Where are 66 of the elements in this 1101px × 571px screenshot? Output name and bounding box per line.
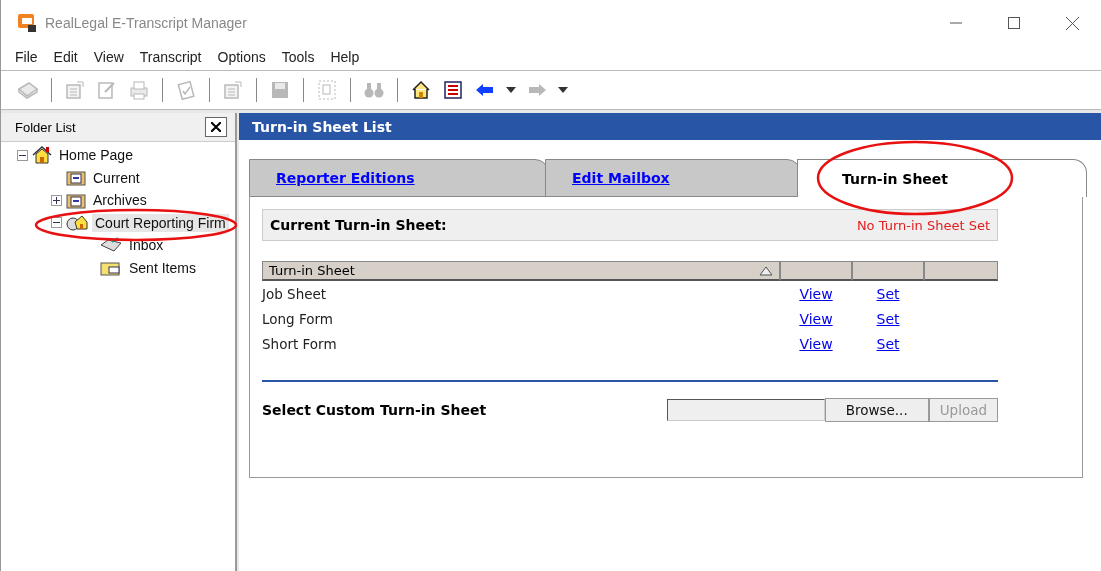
expand-icon[interactable] bbox=[51, 194, 62, 206]
folder-item[interactable]: Current bbox=[90, 168, 143, 187]
home-icon bbox=[411, 80, 431, 100]
table-cell-text: Long Form bbox=[262, 310, 334, 327]
house-icon bbox=[32, 146, 52, 165]
folder-item[interactable]: Home Page bbox=[56, 146, 136, 165]
view-link[interactable]: View bbox=[799, 335, 833, 352]
menu-item[interactable]: Transcript bbox=[131, 49, 210, 65]
table-cell-text: Short Form bbox=[262, 335, 338, 352]
checklist-icon bbox=[177, 80, 195, 100]
maximize-icon bbox=[1008, 17, 1020, 29]
folder-icon bbox=[66, 191, 86, 209]
menu-item[interactable]: File bbox=[7, 49, 46, 65]
back-arrow-icon bbox=[475, 83, 495, 97]
folder-item[interactable]: Inbox bbox=[126, 236, 167, 255]
copy-icon bbox=[318, 80, 336, 100]
menu-item[interactable]: View bbox=[85, 49, 132, 65]
menu-item[interactable]: Tools bbox=[273, 49, 323, 65]
close-icon bbox=[211, 122, 221, 132]
column-header[interactable] bbox=[852, 261, 924, 281]
close-button[interactable] bbox=[205, 117, 227, 137]
folder-icon bbox=[66, 169, 86, 187]
minimize-icon bbox=[950, 22, 962, 24]
set-link[interactable]: Set bbox=[876, 285, 900, 302]
document-icon bbox=[223, 80, 243, 100]
inbox-tray-icon bbox=[100, 237, 122, 254]
panel-title: Folder List bbox=[15, 119, 76, 135]
set-link[interactable]: Set bbox=[876, 310, 900, 327]
sort-icon bbox=[759, 265, 773, 276]
tab[interactable]: Turn-in Sheet bbox=[797, 159, 1087, 197]
folder-item[interactable]: Court Reporting Firm bbox=[92, 213, 229, 232]
column-header[interactable] bbox=[924, 261, 998, 281]
forward-arrow-icon bbox=[527, 83, 547, 97]
menu-item[interactable]: Edit bbox=[45, 49, 86, 65]
browse-button[interactable]: Browse... bbox=[824, 398, 929, 422]
column-header[interactable] bbox=[780, 261, 852, 281]
view-link[interactable]: View bbox=[799, 285, 833, 302]
window-title: RealLegal E-Transcript Manager bbox=[45, 15, 247, 31]
menu-item[interactable]: Options bbox=[209, 49, 274, 65]
field-label: Select Custom Turn-in Sheet bbox=[262, 402, 487, 418]
building-icon bbox=[66, 213, 88, 232]
collapse-icon[interactable] bbox=[51, 217, 62, 229]
app-logo-icon bbox=[17, 13, 37, 33]
pencil-note-icon bbox=[97, 80, 117, 100]
document-icon bbox=[65, 80, 85, 100]
menu-item[interactable]: Help bbox=[322, 49, 368, 65]
caret-icon bbox=[506, 87, 516, 93]
status-label: Current Turn-in Sheet: bbox=[270, 217, 447, 233]
list-icon bbox=[443, 80, 463, 100]
table-cell-text: Job Sheet bbox=[262, 285, 328, 302]
collapse-icon[interactable] bbox=[17, 149, 28, 161]
file-path-field[interactable] bbox=[666, 399, 825, 421]
plus-icon bbox=[53, 196, 60, 204]
folder-item[interactable]: Sent Items bbox=[126, 258, 199, 277]
binoculars-icon bbox=[364, 81, 384, 99]
panel-header: Turn-in Sheet List bbox=[239, 113, 1101, 140]
folder-icon bbox=[100, 259, 122, 276]
folder-item[interactable]: Archives bbox=[90, 191, 150, 210]
book-icon bbox=[17, 81, 39, 99]
printer-icon bbox=[129, 80, 149, 100]
view-link[interactable]: View bbox=[799, 310, 833, 327]
set-link[interactable]: Set bbox=[876, 335, 900, 352]
column-header[interactable]: Turn-in Sheet bbox=[262, 261, 780, 281]
status-text: No Turn-in Sheet Set bbox=[856, 217, 990, 233]
caret-icon bbox=[558, 87, 568, 93]
close-icon bbox=[1065, 16, 1079, 30]
